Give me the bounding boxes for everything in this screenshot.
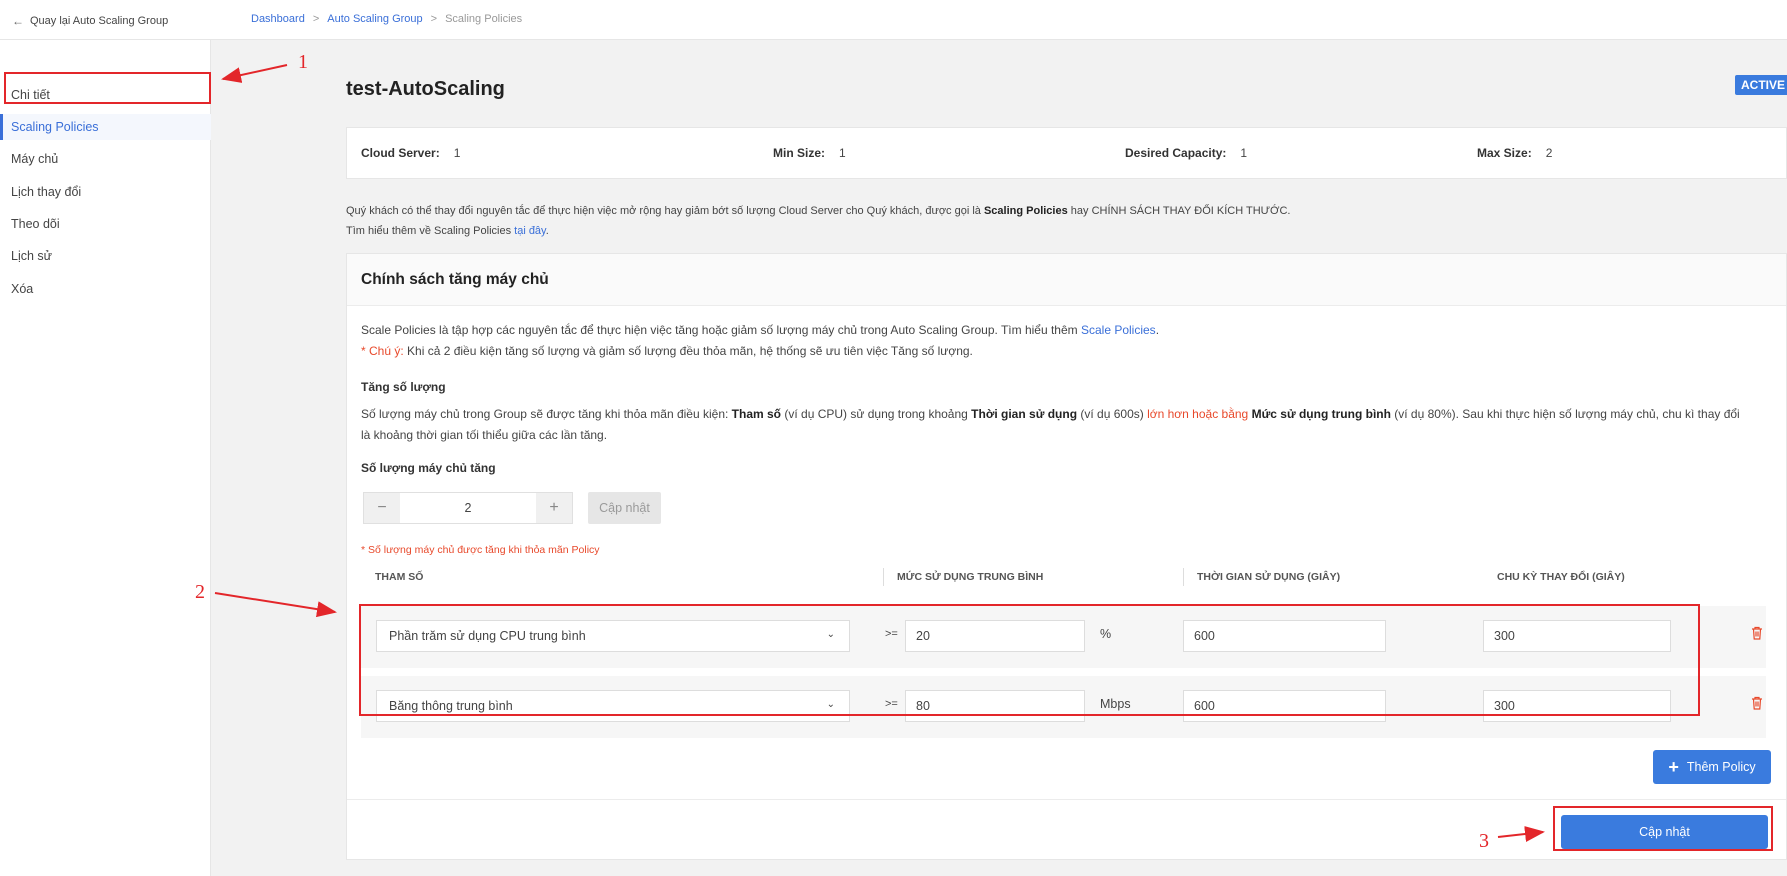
page-title: test-AutoScaling bbox=[346, 78, 505, 100]
annotation-number-2: 2 bbox=[195, 581, 205, 603]
increase-text: (ví dụ CPU) sử dụng trong khoảng bbox=[781, 407, 972, 421]
policy-table-header: THAM SỐ MỨC SỬ DỤNG TRUNG BÌNH THỜI GIAN… bbox=[361, 564, 1761, 590]
sidebar-item-monitoring[interactable]: Theo dõi bbox=[0, 211, 211, 237]
panel-header: Chính sách tăng máy chủ bbox=[347, 254, 1786, 306]
plus-icon: + bbox=[1668, 756, 1679, 777]
update-count-button[interactable]: Cập nhật bbox=[588, 492, 661, 524]
delete-row-icon[interactable] bbox=[1751, 626, 1763, 643]
sidebar-item-servers[interactable]: Máy chủ bbox=[0, 146, 211, 172]
scale-policies-link[interactable]: Scale Policies bbox=[1081, 323, 1156, 337]
column-header-param: THAM SỐ bbox=[375, 571, 424, 583]
stat-cloud-server: Cloud Server: 1 bbox=[361, 146, 460, 160]
sidebar-item-delete[interactable]: Xóa bbox=[0, 276, 211, 302]
stat-value: 1 bbox=[839, 146, 846, 160]
add-policy-button[interactable]: + Thêm Policy bbox=[1653, 750, 1771, 784]
annotation-arrow-2 bbox=[214, 592, 337, 618]
column-divider bbox=[883, 568, 884, 586]
breadcrumb-current: Scaling Policies bbox=[445, 13, 523, 25]
description-bold: Scaling Policies bbox=[983, 205, 1068, 217]
stat-value: 1 bbox=[1240, 146, 1248, 160]
stat-value: 1 bbox=[453, 146, 461, 160]
status-badge: ACTIVE bbox=[1735, 75, 1787, 95]
increase-text: Số lượng máy chủ trong Group sẽ được tăn… bbox=[361, 407, 732, 421]
stat-max-size: Max Size: 2 bbox=[1477, 146, 1552, 160]
breadcrumb-separator: > bbox=[312, 13, 320, 25]
add-policy-label: Thêm Policy bbox=[1686, 760, 1756, 774]
increase-line: là khoảng thời gian tối thiểu giữa các l… bbox=[361, 428, 608, 442]
note-line: * Chú ý: Khi cả 2 điều kiện tăng số lượn… bbox=[361, 341, 1159, 362]
breadcrumb-dashboard[interactable]: Dashboard bbox=[251, 13, 305, 25]
quantity-value[interactable]: 2 bbox=[400, 493, 536, 523]
note-text: Khi cả 2 điều kiện tăng số lượng và giảm… bbox=[403, 344, 973, 358]
annotation-box-2 bbox=[359, 604, 1700, 716]
description-text: Tìm hiểu thêm về Scaling Policies bbox=[346, 225, 515, 237]
increase-text: (ví dụ 80%). Sau khi thực hiện số lượng … bbox=[1390, 407, 1740, 421]
breadcrumb-auto-scaling-group[interactable]: Auto Scaling Group bbox=[327, 13, 422, 25]
panel-intro: Scale Policies là tập hợp các nguyên tắc… bbox=[361, 320, 1159, 362]
column-header-cycle: CHU KỲ THAY ĐỔI (GIÂY) bbox=[1497, 571, 1625, 583]
increase-red: lớn hơn hoặc bằng bbox=[1147, 407, 1249, 421]
annotation-number-3: 3 bbox=[1479, 830, 1489, 852]
breadcrumb: Dashboard > Auto Scaling Group > Scaling… bbox=[251, 13, 522, 25]
annotation-box-3 bbox=[1553, 806, 1773, 851]
top-bar: ← Quay lại Auto Scaling Group Dashboard … bbox=[0, 0, 1787, 40]
increase-line: Số lượng máy chủ trong Group sẽ được tăn… bbox=[361, 404, 1771, 425]
scale-up-policy-panel: Chính sách tăng máy chủ Scale Policies l… bbox=[346, 253, 1787, 860]
intro-line: Scale Policies là tập hợp các nguyên tắc… bbox=[361, 320, 1159, 341]
page-description: Quý khách có thể thay đổi nguyên tắc để … bbox=[346, 201, 1291, 241]
column-header-time: THỜI GIAN SỬ DỤNG (GIÂY) bbox=[1197, 571, 1341, 583]
description-line-2: Tìm hiểu thêm về Scaling Policies tại đâ… bbox=[346, 221, 1291, 241]
column-header-average: MỨC SỬ DỤNG TRUNG BÌNH bbox=[897, 571, 1044, 583]
count-label: Số lượng máy chủ tăng bbox=[361, 461, 496, 475]
note-label: * Chú ý: bbox=[361, 344, 404, 358]
increase-bold: Mức sử dụng trung bình bbox=[1251, 407, 1391, 421]
increase-description: Số lượng máy chủ trong Group sẽ được tăn… bbox=[361, 404, 1771, 446]
panel-title: Chính sách tăng máy chủ bbox=[361, 271, 549, 288]
sidebar: Chi tiết Scaling Policies Máy chủ Lịch t… bbox=[0, 40, 211, 876]
stats-bar: Cloud Server: 1 Min Size: 1 Desired Capa… bbox=[346, 127, 1787, 179]
description-text: . bbox=[545, 225, 549, 237]
stat-label: Cloud Server: bbox=[361, 146, 440, 160]
increase-title: Tăng số lượng bbox=[361, 380, 446, 394]
quantity-stepper: − 2 + bbox=[363, 492, 573, 524]
intro-text: Scale Policies là tập hợp các nguyên tắc… bbox=[361, 323, 1081, 337]
count-note: * Số lượng máy chủ được tăng khi thỏa mã… bbox=[361, 544, 600, 556]
sidebar-item-history[interactable]: Lịch sử bbox=[0, 243, 211, 269]
learn-more-link[interactable]: tại đây bbox=[514, 225, 546, 237]
increase-text: (ví dụ 600s) bbox=[1077, 407, 1148, 421]
sidebar-item-scaling-policies[interactable]: Scaling Policies bbox=[0, 114, 211, 140]
increment-button[interactable]: + bbox=[536, 493, 572, 523]
stat-label: Desired Capacity: bbox=[1125, 146, 1227, 160]
increase-bold: Thời gian sử dụng bbox=[971, 407, 1078, 421]
description-line-1: Quý khách có thể thay đổi nguyên tắc để … bbox=[346, 201, 1291, 221]
column-divider bbox=[1183, 568, 1184, 586]
breadcrumb-separator: > bbox=[430, 13, 438, 25]
annotation-box-1 bbox=[4, 72, 211, 104]
delete-row-icon[interactable] bbox=[1751, 696, 1763, 713]
back-link[interactable]: ← Quay lại Auto Scaling Group bbox=[12, 14, 168, 28]
increase-bold: Tham số bbox=[731, 407, 782, 421]
arrow-left-icon: ← bbox=[12, 14, 24, 28]
stat-label: Max Size: bbox=[1477, 146, 1532, 160]
stat-label: Min Size: bbox=[773, 146, 826, 160]
intro-text: . bbox=[1155, 323, 1160, 337]
sidebar-item-schedule[interactable]: Lịch thay đổi bbox=[0, 179, 211, 205]
stat-desired-capacity: Desired Capacity: 1 bbox=[1125, 146, 1247, 160]
description-text: Quý khách có thể thay đổi nguyên tắc để … bbox=[346, 205, 984, 217]
description-text: hay CHÍNH SÁCH THAY ĐỔI KÍCH THƯỚC. bbox=[1067, 205, 1291, 217]
decrement-button[interactable]: − bbox=[364, 493, 400, 523]
divider bbox=[347, 799, 1786, 800]
stat-min-size: Min Size: 1 bbox=[773, 146, 846, 160]
annotation-number-1: 1 bbox=[298, 51, 308, 73]
stat-value: 2 bbox=[1545, 146, 1553, 160]
annotation-arrow-1 bbox=[221, 64, 288, 83]
back-link-label: Quay lại Auto Scaling Group bbox=[30, 15, 169, 27]
